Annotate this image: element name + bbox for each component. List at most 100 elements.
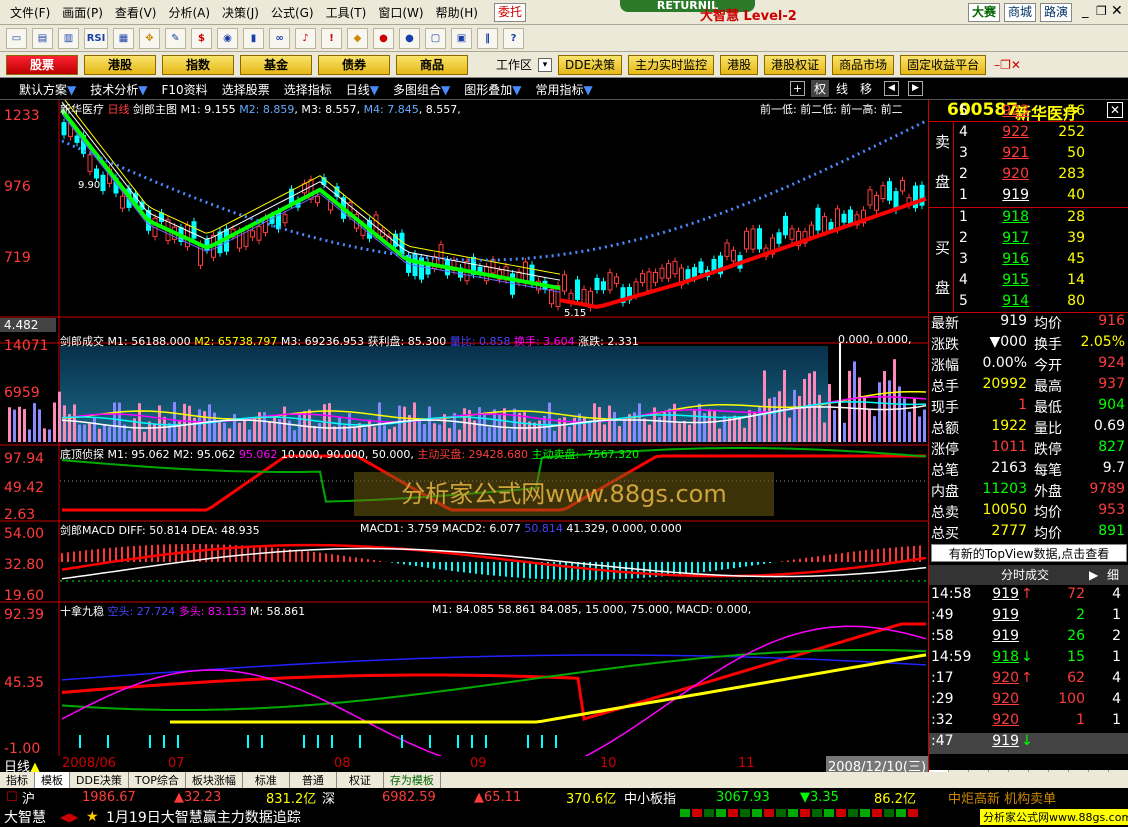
grid-icon[interactable]: ▦	[113, 27, 134, 49]
warning-icon[interactable]: ◆	[347, 27, 368, 49]
dollar-icon[interactable]: $	[191, 27, 212, 49]
nine-magenta-line	[61, 625, 927, 756]
mode-fund[interactable]: 基金	[240, 54, 312, 75]
alarm-icon[interactable]: ♪	[295, 27, 316, 49]
market-mode-bar: 股票 港股 指数 基金 债券 商品 工作区 ▾ DDE决策 主力实时监控 港股 …	[0, 52, 1128, 78]
minimize-icon[interactable]: _	[1082, 4, 1089, 19]
menu-file[interactable]: 文件(F)	[4, 4, 56, 21]
stat-label: 最新	[931, 316, 959, 332]
right-arrow-icon[interactable]: ▶	[908, 81, 923, 96]
menu-window[interactable]: 窗口(W)	[372, 4, 429, 21]
period-dropdown[interactable]: 日线▼	[339, 81, 386, 98]
tab-top[interactable]: TOP综合	[129, 772, 186, 788]
menu-analysis[interactable]: 分析(A)	[162, 4, 216, 21]
sz-label[interactable]: 深	[322, 788, 335, 807]
overlay-dropdown[interactable]: 图形叠加▼	[457, 81, 528, 98]
nine-y-top: 92.39	[4, 607, 45, 623]
extra-dde[interactable]: DDE决策	[558, 54, 623, 75]
restore-icon[interactable]: ❐	[1096, 4, 1107, 18]
volume-bar	[173, 402, 176, 442]
volume-bar	[598, 407, 601, 442]
menu-help[interactable]: 帮助(H)	[430, 4, 484, 21]
tab-sector[interactable]: 板块涨幅	[186, 772, 243, 788]
contest-button[interactable]: 大赛	[968, 3, 1001, 22]
volume-bar	[108, 426, 111, 442]
chart-area[interactable]: 新华医疗 日线 剑郎主图 M1: 9.155 M2: 8.859, M3: 8.…	[0, 100, 928, 757]
folder-icon[interactable]: ▭	[6, 27, 27, 49]
line-toggle[interactable]: 线	[836, 80, 848, 97]
sme-label[interactable]: 中小板指	[624, 788, 676, 807]
news-ticker[interactable]: 中炬高新 机构卖单	[948, 788, 1056, 807]
extra-fixed-income[interactable]: 固定收益平台	[900, 54, 987, 75]
rsi-icon[interactable]: RSI	[84, 27, 108, 49]
tab-indicator[interactable]: 指标	[0, 772, 35, 788]
menu-decision[interactable]: 决策(J)	[216, 4, 265, 21]
eye-icon[interactable]: ◉	[217, 27, 238, 49]
news-arrows-icon[interactable]: ◀▶	[60, 810, 78, 824]
extra-main-monitor[interactable]: 主力实时监控	[628, 54, 715, 75]
close-icon[interactable]: ✕	[1111, 3, 1123, 19]
menu-formula[interactable]: 公式(G)	[265, 4, 320, 21]
ticks-arrow-icon[interactable]: ▶	[1089, 565, 1098, 585]
select-stock-button[interactable]: 选择股票	[215, 81, 277, 98]
topview-button[interactable]: 有新的TopView数据,点击查看	[931, 544, 1127, 562]
minute-chart-icon[interactable]: ▤	[32, 27, 53, 49]
multi-chart-dropdown[interactable]: 多图组合▼	[386, 81, 457, 98]
ruler-icon[interactable]: ✎	[165, 27, 186, 49]
panel-controls-icon[interactable]: –❐✕	[994, 58, 1021, 72]
books-icon[interactable]: ‖	[477, 27, 498, 49]
macd-y-mid: 32.80	[4, 557, 45, 573]
bars-icon[interactable]: ▮	[243, 27, 264, 49]
mode-bond[interactable]: 债券	[318, 54, 390, 75]
volume-bar	[228, 428, 231, 442]
menu-tools[interactable]: 工具(T)	[320, 4, 373, 21]
tab-save-template[interactable]: 存为模板	[384, 772, 441, 788]
candle-body	[848, 209, 853, 224]
workspace-dropdown-icon[interactable]: ▾	[538, 57, 553, 72]
alert-icon[interactable]: !	[321, 27, 342, 49]
help-pointer-icon[interactable]: ?	[503, 27, 524, 49]
rights-toggle[interactable]: 权	[811, 80, 830, 97]
stat-row: 总买 2777 均价 891	[929, 523, 1128, 544]
f10-button[interactable]: F10资料	[155, 81, 215, 98]
entrust-button[interactable]: 委托	[494, 3, 527, 22]
blue-record-icon[interactable]: ●	[399, 27, 420, 49]
menu-view[interactable]: 查看(V)	[109, 4, 163, 21]
news-headline[interactable]: 1月19日大智慧赢主力数据追踪	[106, 807, 301, 827]
mode-commodity[interactable]: 商品	[396, 54, 468, 75]
extra-commodity-market[interactable]: 商品市场	[832, 54, 895, 75]
tab-standard[interactable]: 标准	[243, 772, 290, 788]
bottomtop-legend: 底顶侦探 M1: 95.062 M2: 95.062 95.062 10.000…	[60, 448, 640, 461]
tab-template[interactable]: 模板	[35, 772, 70, 788]
volume-bar	[363, 427, 366, 442]
crosshair-icon[interactable]: ✥	[139, 27, 160, 49]
tab-warrant[interactable]: 权证	[337, 772, 384, 788]
ticks-side-toggle[interactable]: 细	[1107, 565, 1119, 585]
record-icon[interactable]: ●	[373, 27, 394, 49]
select-indicator-button[interactable]: 选择指标	[277, 81, 339, 98]
kline-icon[interactable]: ▥	[58, 27, 79, 49]
plus-icon[interactable]: +	[790, 81, 805, 96]
window-icon[interactable]: ▣	[451, 27, 472, 49]
memo-icon[interactable]: ▢	[425, 27, 446, 49]
mode-index[interactable]: 指数	[162, 54, 234, 75]
roadshow-button[interactable]: 路演	[1040, 3, 1073, 22]
vol-y-top: 14071	[4, 338, 49, 354]
common-indicator-dropdown[interactable]: 常用指标▼	[528, 81, 599, 98]
volume-bar	[373, 426, 376, 442]
mode-hk[interactable]: 港股	[84, 54, 156, 75]
move-toggle[interactable]: 移	[860, 80, 872, 97]
extra-hk-warrant[interactable]: 港股权证	[764, 54, 827, 75]
tab-dde[interactable]: DDE决策	[70, 772, 129, 788]
scheme-dropdown[interactable]: 默认方案▼	[12, 81, 83, 98]
volume-bar	[48, 429, 51, 442]
extra-hk[interactable]: 港股	[720, 54, 759, 75]
mode-stock[interactable]: 股票	[6, 54, 78, 75]
binoculars-icon[interactable]: ∞	[269, 27, 290, 49]
mall-button[interactable]: 商城	[1004, 3, 1037, 22]
left-arrow-icon[interactable]: ◀	[884, 81, 899, 96]
tech-analysis-dropdown[interactable]: 技术分析▼	[83, 81, 154, 98]
menu-view-screen[interactable]: 画面(P)	[56, 4, 109, 21]
sh-label[interactable]: 沪	[22, 788, 35, 807]
tab-normal[interactable]: 普通	[290, 772, 337, 788]
